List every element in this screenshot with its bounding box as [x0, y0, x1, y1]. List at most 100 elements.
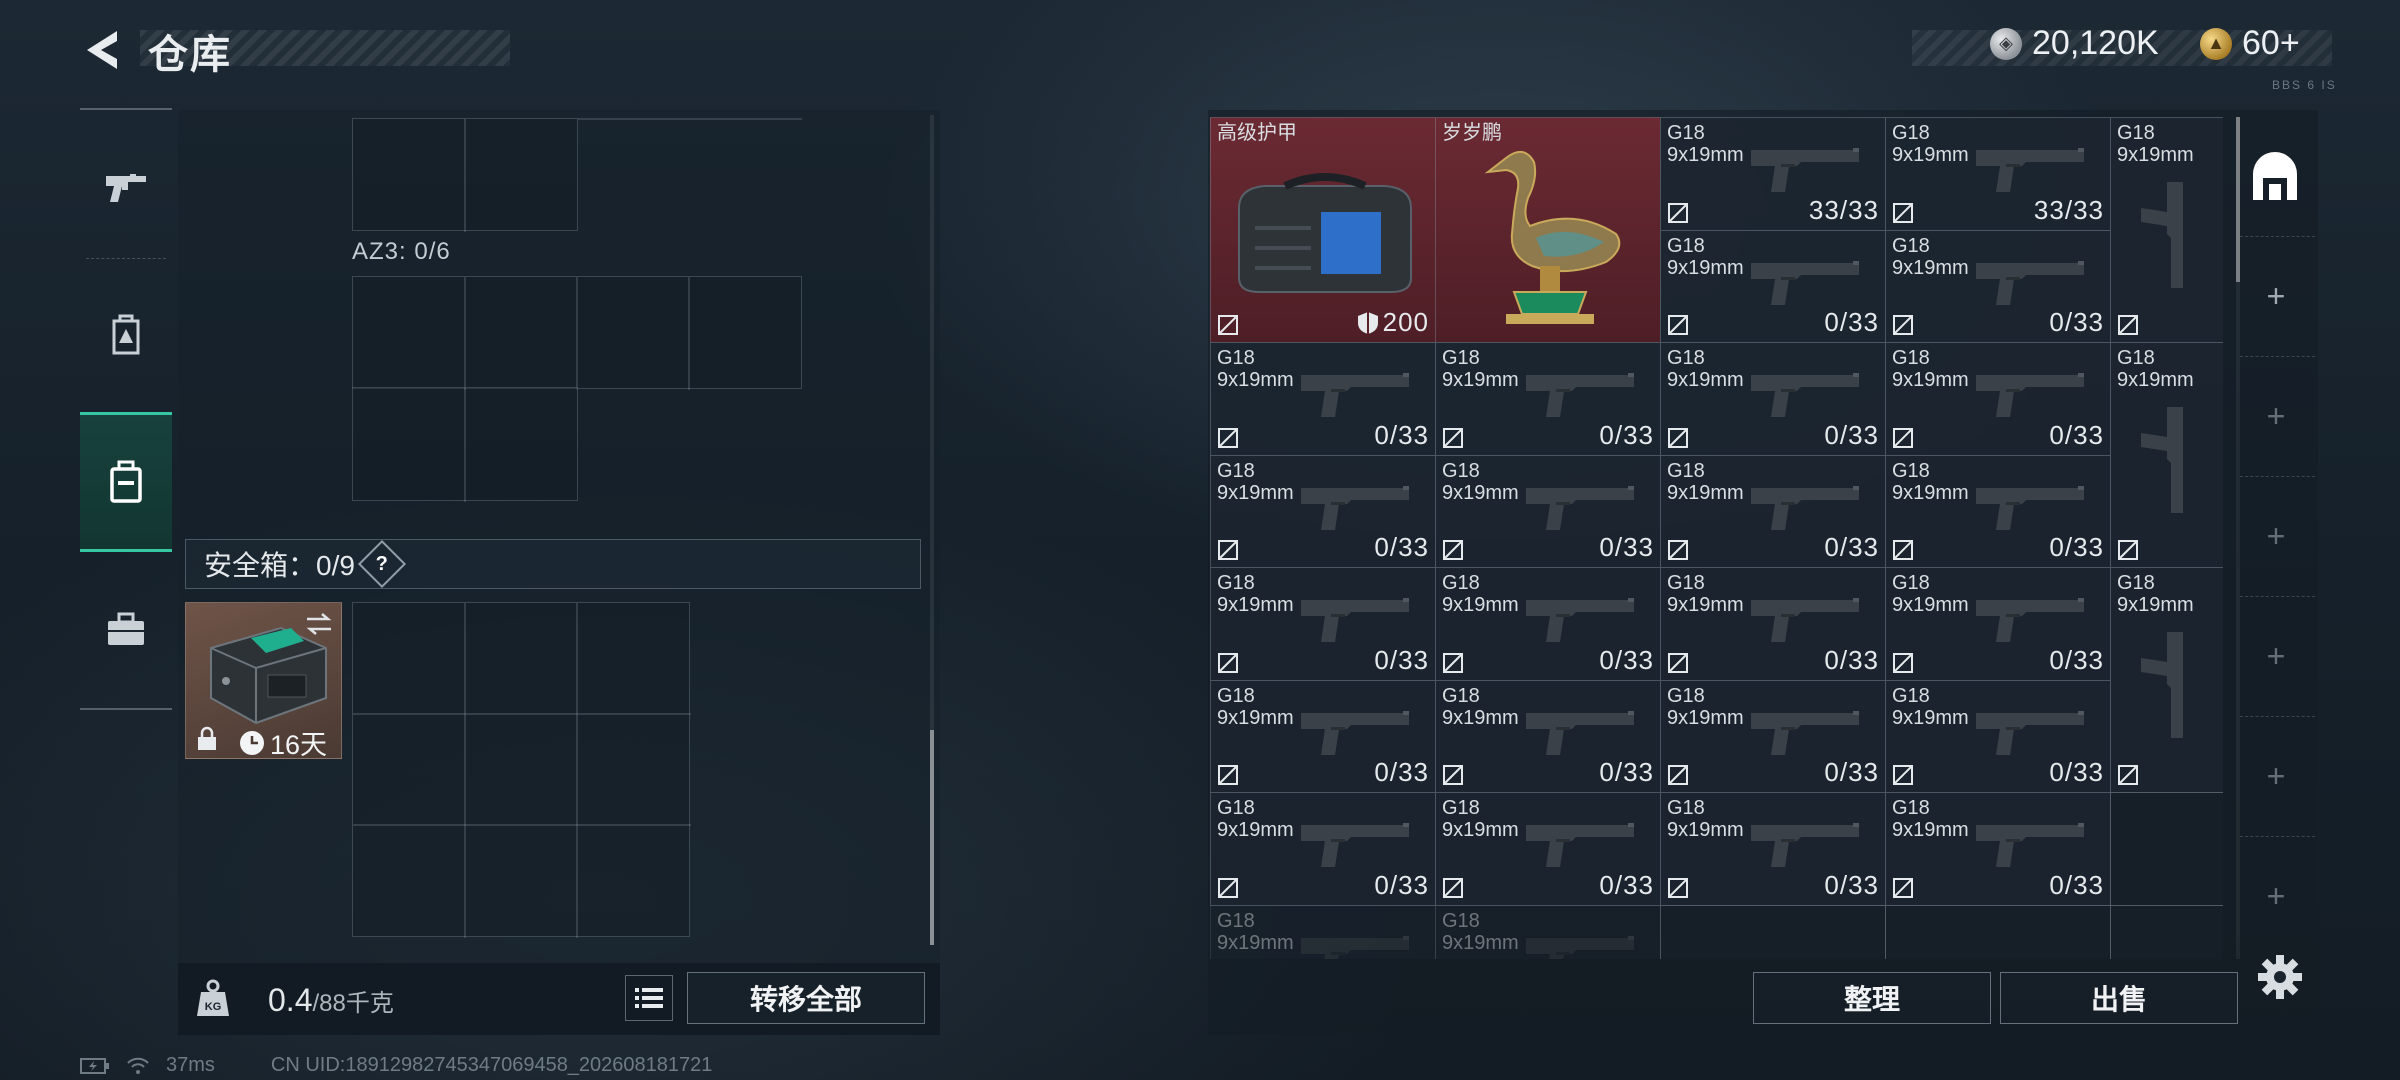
item-name: G18 9x19mm: [1892, 572, 1969, 616]
sort-button[interactable]: 整理: [1753, 972, 1991, 1024]
pistol-image: [1526, 373, 1634, 417]
pistol-image: [1301, 373, 1409, 417]
pistol-image: [1976, 373, 2084, 417]
pistol-image: [1976, 823, 2084, 867]
warehouse-grid: 高级护甲 200 岁岁鹏 G18 9x19mm 33/33 G18 9x19mm 33/33 G1…: [1210, 117, 2223, 959]
settings-gear-icon[interactable]: [2255, 952, 2305, 1002]
sell-button[interactable]: 出售: [2000, 972, 2238, 1024]
item-cell-g18[interactable]: G18 9x19mm 0/33: [1435, 454, 1661, 568]
item-ammo-count: 0/33: [2049, 532, 2104, 562]
item-cell-g18[interactable]: G18 9x19mm 33/33: [1885, 117, 2111, 231]
container-grid-top[interactable]: [352, 118, 578, 232]
az3-grid-row2[interactable]: [352, 387, 578, 502]
item-ammo-count: 33/33: [2033, 194, 2104, 225]
item-cell-g18[interactable]: G18 9x19mm 0/33: [1210, 792, 1436, 906]
item-cell-g18[interactable]: G18 9x19mm 0/33: [1885, 792, 2111, 906]
item-name: G18 9x19mm: [1217, 797, 1294, 841]
add-tab-button[interactable]: +: [2262, 278, 2290, 314]
back-button[interactable]: [70, 22, 130, 78]
safe-box-grid[interactable]: [352, 602, 691, 938]
item-cell-g18[interactable]: G18 9x19mm 0/33: [1885, 454, 2111, 568]
item-cell-armor[interactable]: 高级护甲 200: [1210, 117, 1436, 343]
item-cell-g18[interactable]: G18 9x19mm 0/33: [1435, 679, 1661, 793]
side-divider: [2240, 356, 2315, 357]
item-cell-g18[interactable]: G18 9x19mm 0/33: [1435, 792, 1661, 906]
pistol-image: [1976, 148, 2084, 192]
gun-icon: [106, 174, 146, 202]
item-cell-g18[interactable]: G18 9x19mm 0/33: [1210, 342, 1436, 456]
no-bind-icon: [1218, 765, 1238, 785]
status-bar: 37ms CN UID:1891298274534706945​8_202608…: [80, 1054, 712, 1077]
item-cell-g18-vertical[interactable]: G189x19mm0/33: [2110, 342, 2223, 568]
empty-slot[interactable]: [1660, 904, 1886, 959]
item-cell-g18[interactable]: G18 9x19mm 33/33: [1660, 117, 1886, 231]
no-bind-icon: [1893, 315, 1913, 335]
item-name: G18 9x19mm: [2117, 347, 2194, 391]
item-cell-g18-vertical[interactable]: G189x19mm0/33: [2110, 567, 2223, 793]
item-name: G18 9x19mm: [1217, 684, 1294, 729]
item-cell-g18[interactable]: G18 9x19mm 0/33: [1885, 229, 2111, 343]
item-cell-g18[interactable]: G18 9x19mm 0/33: [1660, 454, 1886, 568]
item-cell-duck[interactable]: 岁岁鹏: [1435, 117, 1661, 343]
container-icon: [110, 460, 142, 503]
add-tab-button[interactable]: +: [2262, 638, 2290, 674]
item-ammo-count: 0/33: [1374, 644, 1429, 675]
help-icon[interactable]: ?: [357, 539, 406, 589]
item-ammo-count: 0/33: [1374, 869, 1429, 900]
add-tab-button[interactable]: +: [2262, 518, 2290, 554]
safe-box-label: 安全箱：0/9: [204, 550, 355, 581]
item-cell-g18[interactable]: G18 9x19mm 0/33: [1885, 567, 2111, 681]
item-ammo-count: 0/33: [1374, 757, 1429, 787]
item-cell-g18[interactable]: G18 9x19mm 0/33: [1660, 342, 1886, 456]
pistol-vertical-image: [2141, 407, 2183, 513]
item-cell-g18[interactable]: G18 9x19mm 0/33: [1885, 342, 2111, 456]
backpack-scroll-thumb[interactable]: [930, 730, 934, 945]
nav-warehouse[interactable]: [80, 412, 172, 552]
item-name: G18 9x19mm: [1667, 684, 1744, 729]
ping-value: 37ms: [166, 1054, 215, 1076]
swap-icon[interactable]: [304, 611, 334, 637]
warehouse-scroll-thumb[interactable]: [2236, 117, 2240, 282]
item-name: G18 9x19mm: [1667, 234, 1744, 279]
az3-grid-row1[interactable]: [352, 276, 802, 390]
pistol-image: [1976, 710, 2084, 755]
item-name: G18 9x19mm: [1442, 797, 1519, 841]
empty-slot[interactable]: [1885, 904, 2111, 959]
no-bind-icon: [1443, 427, 1463, 448]
item-cell-g18[interactable]: G18 9x19mm 0/33: [1885, 679, 2111, 793]
pistol-image: [1526, 598, 1634, 642]
item-cell-g18[interactable]: G18 9x19mm: [1210, 904, 1436, 959]
item-cell-g18[interactable]: G18 9x19mm 0/33: [1210, 454, 1436, 568]
item-cell-g18[interactable]: G18 9x19mm 0/33: [1660, 567, 1886, 681]
item-cell-g18[interactable]: G18 9x19mm 0/33: [1660, 229, 1886, 343]
item-name: G18 9x19mm: [1217, 459, 1294, 504]
silver-amount: 20,120K: [2032, 24, 2159, 62]
battery-icon: [80, 1057, 109, 1074]
transfer-all-button[interactable]: 转移全部: [687, 972, 925, 1024]
nav-weapons[interactable]: [80, 128, 172, 248]
warehouse-tab-main[interactable]: [2248, 148, 2302, 208]
empty-slot[interactable]: [2110, 904, 2223, 959]
list-view-button[interactable]: [625, 975, 673, 1021]
add-tab-button[interactable]: +: [2262, 398, 2290, 434]
safe-box-item[interactable]: 16天: [185, 602, 342, 760]
item-cell-g18[interactable]: G18 9x19mm 0/33: [1435, 342, 1661, 456]
item-name: G18 9x19mm: [1892, 459, 1969, 504]
item-cell-g18[interactable]: G18 9x19mm 0/33: [1660, 679, 1886, 793]
item-cell-g18[interactable]: G18 9x19mm 0/33: [1660, 792, 1886, 906]
nav-toolbox[interactable]: [80, 570, 172, 690]
add-tab-button[interactable]: +: [2262, 758, 2290, 794]
no-bind-icon: [1443, 652, 1463, 673]
pistol-image: [1301, 823, 1409, 867]
item-cell-g18-vertical[interactable]: G189x19mm0/33: [2110, 117, 2223, 343]
version-hint: BBS 6 IS: [2272, 78, 2337, 92]
item-cell-g18[interactable]: G18 9x19mm 0/33: [1435, 567, 1661, 681]
empty-slot[interactable]: [2110, 792, 2223, 906]
add-tab-button[interactable]: +: [2262, 878, 2290, 914]
silver-currency: ◈ 20,120K: [1990, 24, 2159, 63]
item-cell-g18[interactable]: G18 9x19mm 0/33: [1210, 679, 1436, 793]
item-cell-g18[interactable]: G18 9x19mm: [1435, 904, 1661, 959]
item-name: 高级护甲: [1217, 122, 1297, 144]
item-cell-g18[interactable]: G18 9x19mm 0/33: [1210, 567, 1436, 681]
nav-equipment[interactable]: [80, 275, 172, 395]
